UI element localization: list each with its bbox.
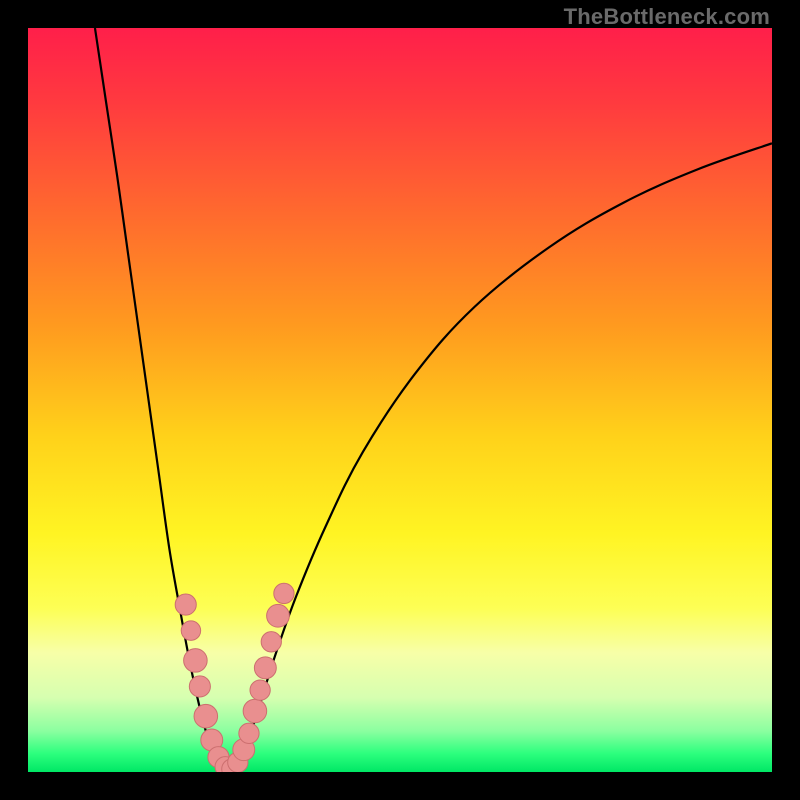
watermark-text: TheBottleneck.com — [564, 4, 770, 30]
plot-area — [28, 28, 772, 772]
bottleneck-curve-chart — [28, 28, 772, 772]
data-marker — [181, 621, 200, 640]
data-marker — [189, 676, 210, 697]
data-marker — [274, 583, 294, 603]
data-marker — [250, 680, 270, 700]
gradient-background — [28, 28, 772, 772]
data-marker — [267, 604, 290, 627]
data-marker — [175, 594, 196, 615]
data-marker — [243, 699, 267, 723]
chart-frame: TheBottleneck.com — [0, 0, 800, 800]
data-marker — [254, 657, 276, 679]
data-marker — [194, 704, 218, 728]
data-marker — [239, 723, 259, 743]
data-marker — [261, 632, 281, 652]
data-marker — [184, 649, 208, 673]
